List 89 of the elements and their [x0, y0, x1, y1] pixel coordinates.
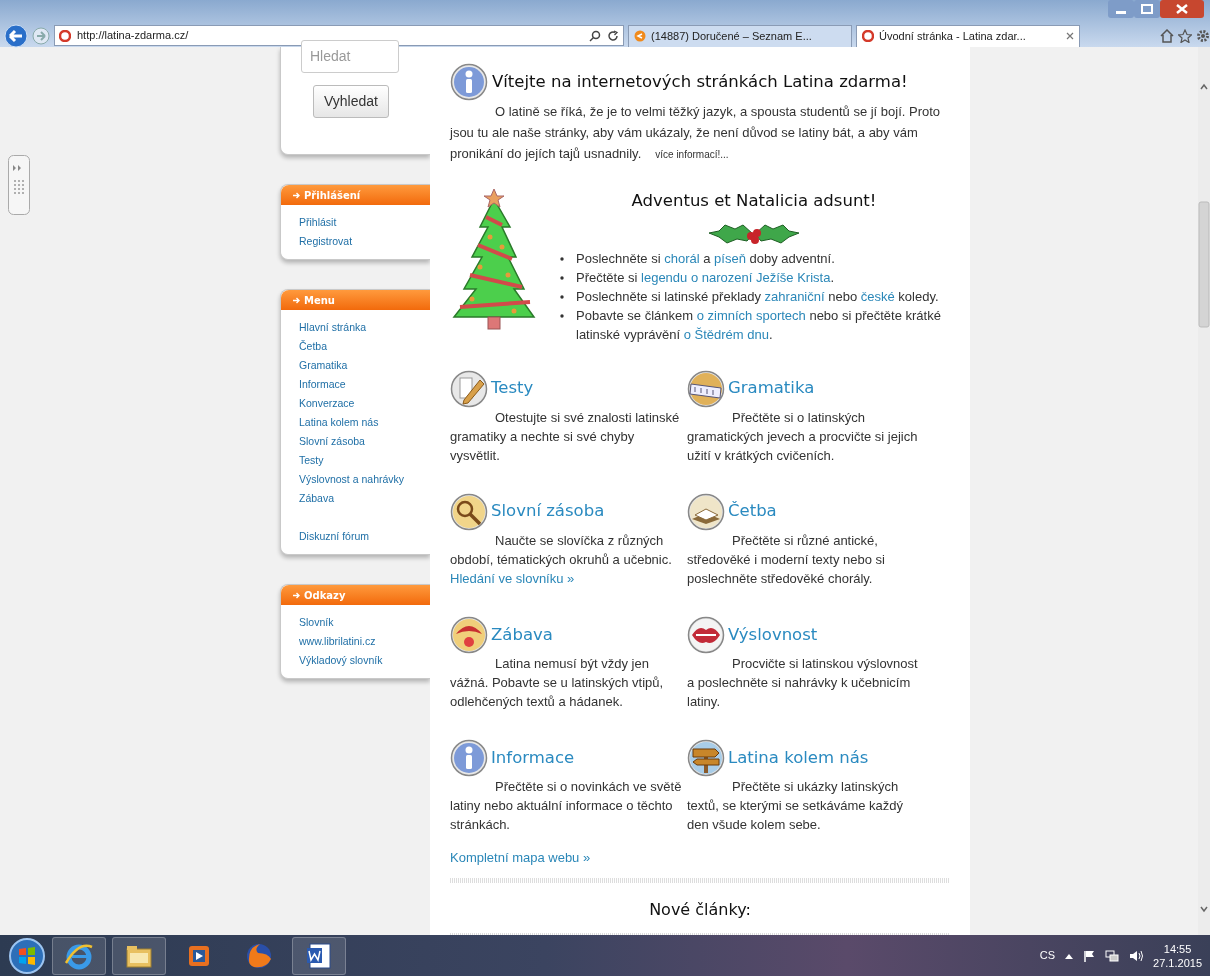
network-icon[interactable]: [1105, 949, 1120, 962]
settings-icon[interactable]: [1196, 28, 1210, 43]
section-description: Přečtěte si o latinských gramatických jevech a procvičte si jejich užití v krátkých cvičeních.: [687, 408, 919, 465]
link[interactable]: o Štědrém dnu: [683, 326, 769, 342]
search-button[interactable]: Vyhledat: [313, 84, 389, 118]
section-link[interactable]: Latina kolem nás: [728, 745, 869, 771]
sitemap-link[interactable]: Kompletní mapa webu »: [450, 848, 591, 868]
flag-icon[interactable]: [1083, 949, 1096, 962]
clock-date[interactable]: 27.1.2015: [1153, 955, 1202, 970]
section-link[interactable]: Četba: [728, 499, 777, 525]
info-icon: [450, 739, 488, 778]
list-item: Poslechněte si latinské překlady zahraniční nebo české koledy.: [568, 286, 950, 306]
section-description: Latina nemusí být vždy jen vážná. Pobavte se u latinských vtipů, odlehčených textů a hádanek.: [450, 655, 665, 712]
sidebar-link[interactable]: Konverzace: [299, 394, 430, 413]
link[interactable]: píseň: [714, 250, 746, 266]
minimize-button[interactable]: [1108, 0, 1134, 18]
more-info-link[interactable]: více informací!...: [655, 149, 729, 160]
bullet-icon: [560, 313, 564, 318]
section-description: Přečtěte si různé antické, středověké i moderní texty nebo si poslechněte středověké chorály.: [687, 531, 886, 588]
section-link[interactable]: Gramatika: [728, 376, 815, 402]
list-item: Přečtěte si legendu o narození Ježíše Krista.: [568, 267, 950, 287]
speaker-icon[interactable]: [1129, 949, 1144, 962]
bullet-icon: [560, 256, 564, 261]
clock-time[interactable]: 14:55: [1153, 941, 1202, 956]
sidebar-link[interactable]: Registrovat: [299, 232, 430, 251]
sidebar-link[interactable]: Četba: [299, 337, 430, 356]
start-button[interactable]: [8, 936, 46, 975]
info-icon: [450, 63, 488, 101]
panel-title: Menu: [304, 293, 335, 308]
browser-tab[interactable]: (14887) Doručené – Seznam E...: [628, 24, 852, 47]
list-item: Poslechněte si chorál a píseň doby adventní.: [568, 248, 950, 268]
browser-tab[interactable]: Úvodní stránka - Latina zdar...: [856, 24, 1080, 47]
section-description: Přečtěte si o novinkách ve světě latiny nebo aktuální informace o těchto stránkách.: [450, 778, 683, 835]
sidebar-link[interactable]: Hlavní stránka: [299, 318, 430, 337]
book-icon: [687, 492, 725, 531]
close-button[interactable]: [1160, 0, 1204, 18]
sidebar-link[interactable]: Zábava: [299, 489, 430, 508]
section-heading: Adventus et Natalicia adsunt!: [630, 191, 878, 211]
back-button[interactable]: [4, 23, 28, 48]
section-heading: Nové články:: [648, 899, 752, 919]
sidebar-link[interactable]: Diskuzní fórum: [299, 527, 430, 546]
sidebar-link[interactable]: Informace: [299, 375, 430, 394]
magnifier-icon: [450, 492, 488, 531]
section-link[interactable]: Slovní zásoba: [491, 499, 605, 525]
section-description: Přečtěte si ukázky latinských textů, se kterými se setkáváme každý den všude kolem sebe.: [687, 778, 905, 835]
star-icon[interactable]: [1178, 28, 1192, 43]
section-link[interactable]: Zábava: [491, 622, 553, 648]
sidebar-link[interactable]: Přihlásit: [299, 213, 430, 232]
section-description: Naučte se slovíčka z různých období, tématických okruhů a učebnic.: [450, 531, 673, 569]
language-indicator[interactable]: CS: [1039, 947, 1056, 964]
sidebar-link[interactable]: Testy: [299, 451, 430, 470]
sidebar-link[interactable]: Výslovnost a nahrávky: [299, 470, 430, 489]
home-icon[interactable]: [1160, 28, 1174, 43]
sidebar-link[interactable]: Slovní zásoba: [299, 432, 430, 451]
section-link[interactable]: Testy: [491, 376, 534, 402]
bullet-icon: [560, 294, 564, 299]
sidebar-link[interactable]: Slovník: [299, 613, 430, 632]
section-description: Otestujte si své znalosti latinské gramatiky a nechte si své chyby vysvětlit.: [450, 408, 681, 465]
search-field[interactable]: Hledat: [301, 39, 399, 73]
document-icon[interactable]: [304, 940, 334, 971]
pencil-icon: [450, 369, 488, 408]
link[interactable]: o zimních sportech: [696, 307, 806, 323]
page-heading: Vítejte na internetových stránkách Latina zdarma!: [492, 72, 908, 92]
side-panel-handle[interactable]: [8, 155, 30, 215]
lips-icon: [687, 616, 725, 655]
arrow-icon: [293, 591, 300, 599]
arrow-icon: [293, 296, 300, 304]
close-icon[interactable]: [1066, 32, 1074, 40]
panel-title: Přihlášení: [304, 188, 361, 203]
section-description: Procvičte si latinskou výslovnost a poslechněte si nahrávky k učebnicím latiny.: [687, 655, 919, 712]
site-icon: [862, 30, 874, 42]
link[interactable]: české: [860, 288, 895, 304]
intro-paragraph: O latině se říká, že je to velmi těžký jazyk, a spousta studentů se jí bojí. Proto jsou tu ale naše stránky, aby vám ukázaly, že není důvod se latiny bát, a aby vám pronikání do jejích tajů usnadnily. více informací!...: [450, 103, 942, 163]
maximize-button[interactable]: [1134, 0, 1160, 18]
bullet-icon: [560, 275, 564, 280]
ruler-icon: [687, 369, 725, 408]
sidebar-link[interactable]: www.librilatini.cz: [299, 632, 430, 651]
sidebar-link[interactable]: Výkladový slovník: [299, 651, 430, 670]
link[interactable]: zahraniční: [764, 288, 825, 304]
section-link[interactable]: Výslovnost: [728, 622, 818, 648]
sidebar-link[interactable]: Gramatika: [299, 356, 430, 375]
panel-title: Odkazy: [304, 588, 346, 603]
link[interactable]: chorál: [664, 250, 700, 266]
arrow-icon: [293, 191, 300, 199]
signpost-icon: [687, 739, 725, 778]
sidebar-link[interactable]: Latina kolem nás: [299, 413, 430, 432]
dictionary-link[interactable]: Hledání ve slovníku »: [450, 570, 575, 586]
section-link[interactable]: Informace: [491, 745, 575, 771]
list-item: Pobavte se článkem o zimních sportech nebo si přečtěte krátké latinské vyprávění o Štědrém dnu.: [568, 305, 950, 344]
